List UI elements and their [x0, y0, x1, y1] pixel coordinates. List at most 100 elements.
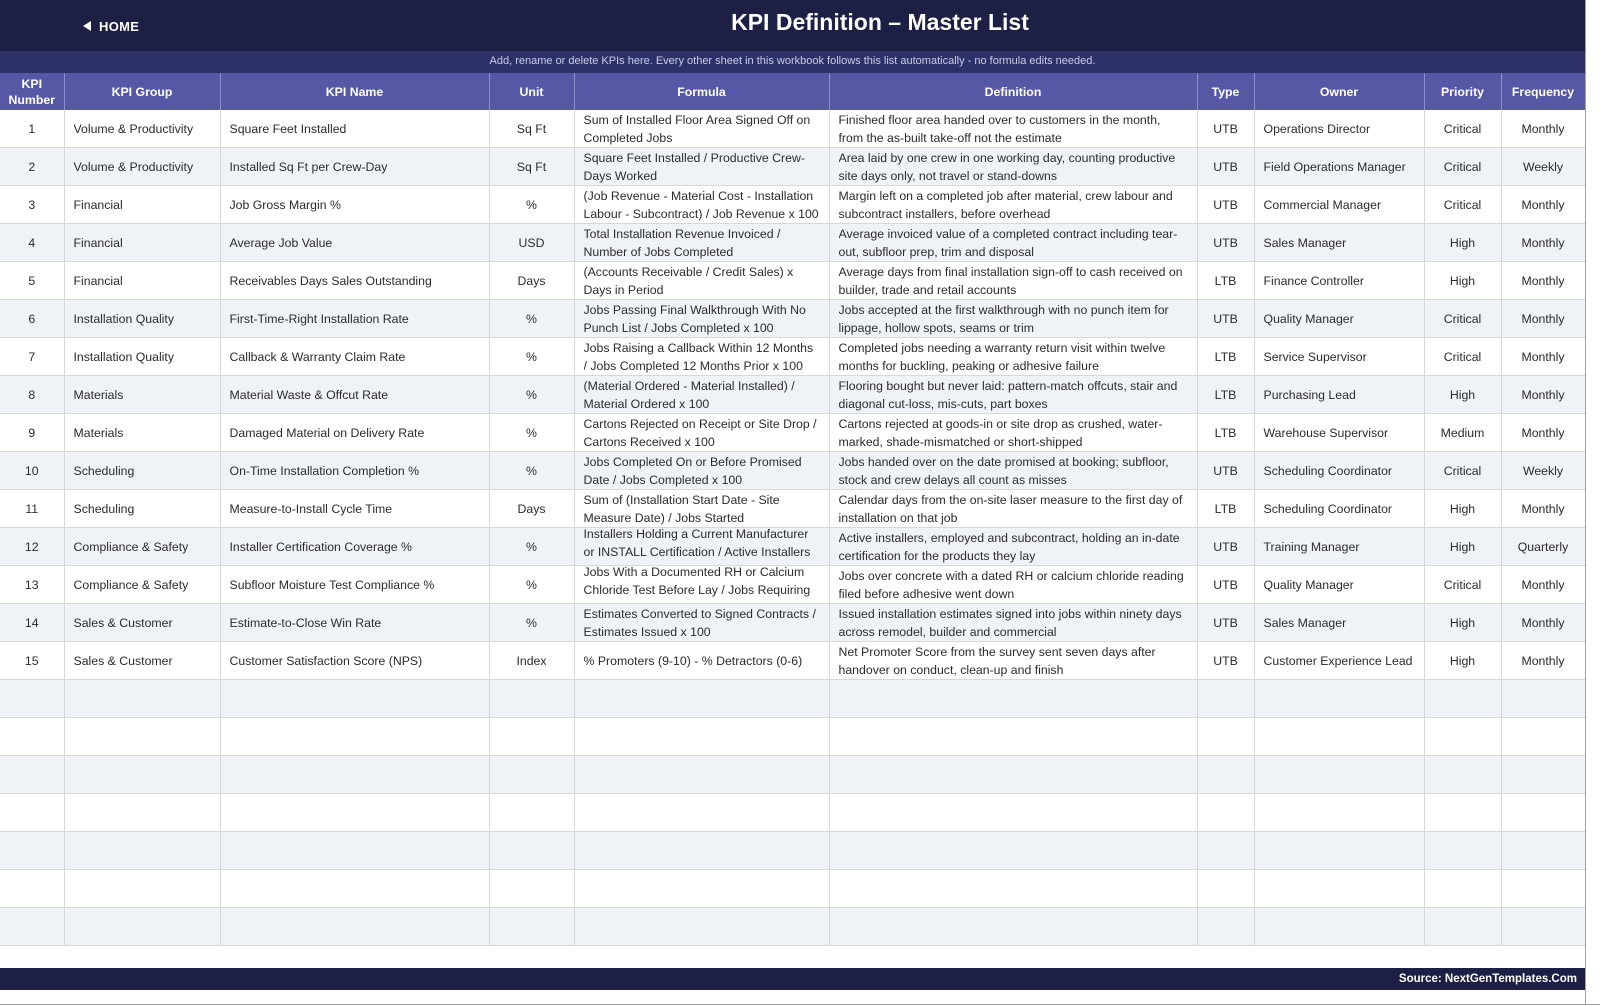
cell-unit[interactable]: [489, 831, 575, 870]
cell-formula[interactable]: [574, 717, 830, 756]
cell-priority[interactable]: High: [1424, 527, 1502, 566]
col-header-type[interactable]: Type: [1197, 73, 1255, 110]
cell-definition[interactable]: Margin left on a completed job after mat…: [829, 185, 1198, 224]
cell-priority[interactable]: Critical: [1424, 185, 1502, 224]
cell-kpi-number[interactable]: 5: [0, 261, 65, 300]
cell-kpi-name[interactable]: [220, 907, 490, 946]
cell-type[interactable]: UTB: [1197, 147, 1255, 186]
cell-type[interactable]: UTB: [1197, 451, 1255, 490]
cell-kpi-group[interactable]: Sales & Customer: [64, 603, 221, 642]
cell-kpi-number[interactable]: 8: [0, 375, 65, 414]
cell-unit[interactable]: %: [489, 185, 575, 224]
cell-formula[interactable]: [574, 793, 830, 832]
cell-kpi-name[interactable]: Job Gross Margin %: [220, 185, 490, 224]
cell-owner[interactable]: Training Manager: [1254, 527, 1425, 566]
cell-owner[interactable]: Operations Director: [1254, 110, 1425, 148]
col-header-kpi-name[interactable]: KPI Name: [220, 73, 490, 110]
cell-priority[interactable]: Medium: [1424, 413, 1502, 452]
cell-kpi-number[interactable]: 12: [0, 527, 65, 566]
cell-kpi-number[interactable]: 2: [0, 147, 65, 186]
cell-owner[interactable]: [1254, 907, 1425, 946]
cell-unit[interactable]: USD: [489, 223, 575, 262]
cell-unit[interactable]: %: [489, 299, 575, 338]
cell-type[interactable]: [1197, 869, 1255, 908]
cell-owner[interactable]: [1254, 793, 1425, 832]
cell-kpi-group[interactable]: Financial: [64, 223, 221, 262]
cell-unit[interactable]: %: [489, 603, 575, 642]
cell-frequency[interactable]: [1501, 755, 1586, 794]
cell-type[interactable]: UTB: [1197, 603, 1255, 642]
cell-owner[interactable]: [1254, 755, 1425, 794]
cell-formula[interactable]: [574, 755, 830, 794]
cell-unit[interactable]: [489, 755, 575, 794]
cell-formula[interactable]: [574, 831, 830, 870]
cell-frequency[interactable]: Monthly: [1501, 375, 1586, 414]
cell-frequency[interactable]: Monthly: [1501, 565, 1586, 604]
cell-formula[interactable]: [574, 907, 830, 946]
cell-frequency[interactable]: Quarterly: [1501, 527, 1586, 566]
cell-formula[interactable]: [574, 679, 830, 718]
cell-unit[interactable]: %: [489, 451, 575, 490]
cell-kpi-name[interactable]: First-Time-Right Installation Rate: [220, 299, 490, 338]
cell-formula[interactable]: % Promoters (9-10) - % Detractors (0-6): [574, 641, 830, 680]
cell-owner[interactable]: Purchasing Lead: [1254, 375, 1425, 414]
cell-formula[interactable]: Jobs Raising a Callback Within 12 Months…: [574, 337, 830, 376]
cell-formula[interactable]: Sum of (Installation Start Date - Site M…: [574, 489, 830, 528]
cell-definition[interactable]: [829, 793, 1198, 832]
cell-priority[interactable]: [1424, 755, 1502, 794]
cell-definition[interactable]: [829, 869, 1198, 908]
col-header-definition[interactable]: Definition: [829, 73, 1198, 110]
cell-owner[interactable]: Customer Experience Lead: [1254, 641, 1425, 680]
cell-unit[interactable]: Sq Ft: [489, 110, 575, 148]
cell-type[interactable]: UTB: [1197, 185, 1255, 224]
cell-kpi-group[interactable]: Volume & Productivity: [64, 147, 221, 186]
cell-priority[interactable]: High: [1424, 375, 1502, 414]
cell-frequency[interactable]: Monthly: [1501, 299, 1586, 338]
cell-kpi-number[interactable]: 9: [0, 413, 65, 452]
cell-definition[interactable]: Flooring bought but never laid: pattern-…: [829, 375, 1198, 414]
cell-kpi-group[interactable]: Compliance & Safety: [64, 527, 221, 566]
cell-owner[interactable]: [1254, 717, 1425, 756]
cell-owner[interactable]: Scheduling Coordinator: [1254, 489, 1425, 528]
cell-kpi-number[interactable]: 10: [0, 451, 65, 490]
cell-definition[interactable]: Finished floor area handed over to custo…: [829, 110, 1198, 148]
cell-unit[interactable]: %: [489, 565, 575, 604]
cell-type[interactable]: LTB: [1197, 375, 1255, 414]
cell-priority[interactable]: High: [1424, 223, 1502, 262]
cell-type[interactable]: [1197, 755, 1255, 794]
cell-kpi-name[interactable]: Average Job Value: [220, 223, 490, 262]
cell-priority[interactable]: High: [1424, 603, 1502, 642]
cell-kpi-group[interactable]: Compliance & Safety: [64, 565, 221, 604]
cell-kpi-number[interactable]: 11: [0, 489, 65, 528]
cell-owner[interactable]: Quality Manager: [1254, 565, 1425, 604]
cell-priority[interactable]: High: [1424, 489, 1502, 528]
cell-formula[interactable]: (Material Ordered - Material Installed) …: [574, 375, 830, 414]
cell-kpi-group[interactable]: Financial: [64, 261, 221, 300]
cell-kpi-number[interactable]: 15: [0, 641, 65, 680]
cell-priority[interactable]: Critical: [1424, 147, 1502, 186]
cell-kpi-name[interactable]: Callback & Warranty Claim Rate: [220, 337, 490, 376]
cell-kpi-number[interactable]: [0, 907, 65, 946]
cell-kpi-name[interactable]: Material Waste & Offcut Rate: [220, 375, 490, 414]
cell-frequency[interactable]: [1501, 831, 1586, 870]
col-header-frequency[interactable]: Frequency: [1501, 73, 1586, 110]
cell-type[interactable]: UTB: [1197, 110, 1255, 148]
cell-unit[interactable]: Days: [489, 261, 575, 300]
cell-kpi-number[interactable]: [0, 679, 65, 718]
cell-kpi-number[interactable]: 3: [0, 185, 65, 224]
cell-definition[interactable]: Jobs accepted at the first walkthrough w…: [829, 299, 1198, 338]
cell-priority[interactable]: High: [1424, 261, 1502, 300]
cell-kpi-number[interactable]: 13: [0, 565, 65, 604]
cell-kpi-name[interactable]: [220, 679, 490, 718]
cell-type[interactable]: [1197, 717, 1255, 756]
cell-type[interactable]: UTB: [1197, 299, 1255, 338]
cell-kpi-name[interactable]: [220, 755, 490, 794]
cell-kpi-group[interactable]: Scheduling: [64, 489, 221, 528]
col-header-owner[interactable]: Owner: [1254, 73, 1425, 110]
cell-priority[interactable]: [1424, 907, 1502, 946]
cell-formula[interactable]: Jobs Completed On or Before Promised Dat…: [574, 451, 830, 490]
cell-owner[interactable]: Sales Manager: [1254, 603, 1425, 642]
cell-kpi-group[interactable]: [64, 793, 221, 832]
cell-kpi-name[interactable]: Measure-to-Install Cycle Time: [220, 489, 490, 528]
cell-unit[interactable]: Days: [489, 489, 575, 528]
